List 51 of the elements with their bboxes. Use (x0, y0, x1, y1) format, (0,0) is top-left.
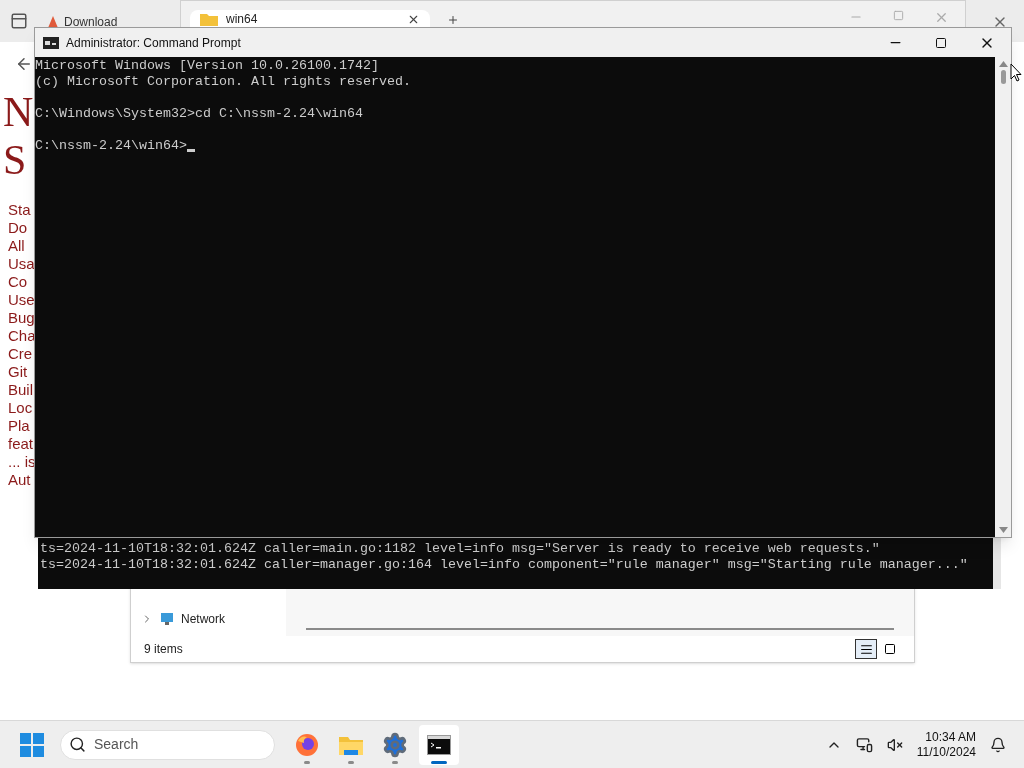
nav-link[interactable]: Usa (8, 255, 36, 273)
nav-link[interactable]: Co (8, 273, 36, 291)
nav-link[interactable]: Aut (8, 471, 36, 489)
firefox-icon (295, 732, 319, 757)
window-title: Administrator: Command Prompt (66, 34, 241, 52)
sidebar-icon[interactable] (10, 12, 28, 30)
nav-link[interactable]: Do (8, 219, 36, 237)
nav-link[interactable]: Pla (8, 417, 36, 435)
nav-link[interactable]: feat (8, 435, 36, 453)
clock[interactable]: 10:34 AM 11/10/2024 (916, 729, 976, 760)
nav-link[interactable]: Cha (8, 327, 36, 345)
log-line: ts=2024-11-10T18:32:01.624Z caller=manager.go:164 level=info component="rule manager" msg="Starting rule manager..." (40, 557, 969, 573)
nav-link[interactable]: Buil (8, 381, 36, 399)
nav-link[interactable]: All (8, 237, 36, 255)
search-icon (69, 736, 86, 753)
nav-link[interactable]: Bug (8, 309, 36, 327)
cmd-icon (43, 36, 59, 49)
taskbar-app[interactable] (419, 724, 459, 765)
search-field[interactable]: Search (60, 729, 275, 760)
windows-start-icon[interactable] (20, 732, 44, 757)
log-line: ts=2024-11-10T18:32:01.624Z caller=main.go:1182 level=info msg="Server is ready to receive web requests." (40, 541, 881, 557)
scroll-thumb (1000, 70, 1006, 84)
nav-link[interactable]: Loc (8, 399, 36, 417)
nav-link[interactable]: Cre (8, 345, 36, 363)
logo-letter: N (3, 88, 34, 136)
scroll-up-icon (998, 61, 1008, 67)
folder-tab[interactable]: win64 (190, 10, 430, 27)
nav-item[interactable]: Network (141, 610, 286, 628)
console-line: Microsoft Windows [Version 10.0.26100.1742] (35, 58, 379, 74)
console-line: (c) Microsoft Corporation. All rights reserved. (35, 74, 411, 90)
console-line: C:\Windows\System32>cd C:\nssm-2.24\win64 (35, 106, 363, 122)
settings-icon (382, 731, 408, 758)
maximize-icon[interactable] (935, 36, 947, 49)
list-icon (859, 642, 873, 656)
speaker-muted-icon[interactable] (886, 736, 903, 753)
nav-link[interactable]: Use (8, 291, 36, 309)
close-icon (407, 13, 420, 26)
view-toggle[interactable] (855, 639, 877, 659)
network-icon[interactable] (855, 736, 873, 753)
back-icon[interactable] (15, 55, 33, 73)
nav-link[interactable]: Git (8, 363, 36, 381)
notifications-icon[interactable] (990, 736, 1006, 753)
logo-letter: S (3, 136, 27, 184)
new-tab-icon[interactable] (447, 14, 459, 26)
status-text: 9 items (144, 641, 183, 658)
network-icon (159, 612, 175, 626)
window-icon (884, 643, 896, 655)
terminal-icon (427, 734, 451, 755)
scroll-down-icon (998, 527, 1008, 533)
nav-link[interactable]: Sta (8, 201, 36, 219)
console-line: C:\nssm-2.24\win64> (35, 138, 187, 154)
